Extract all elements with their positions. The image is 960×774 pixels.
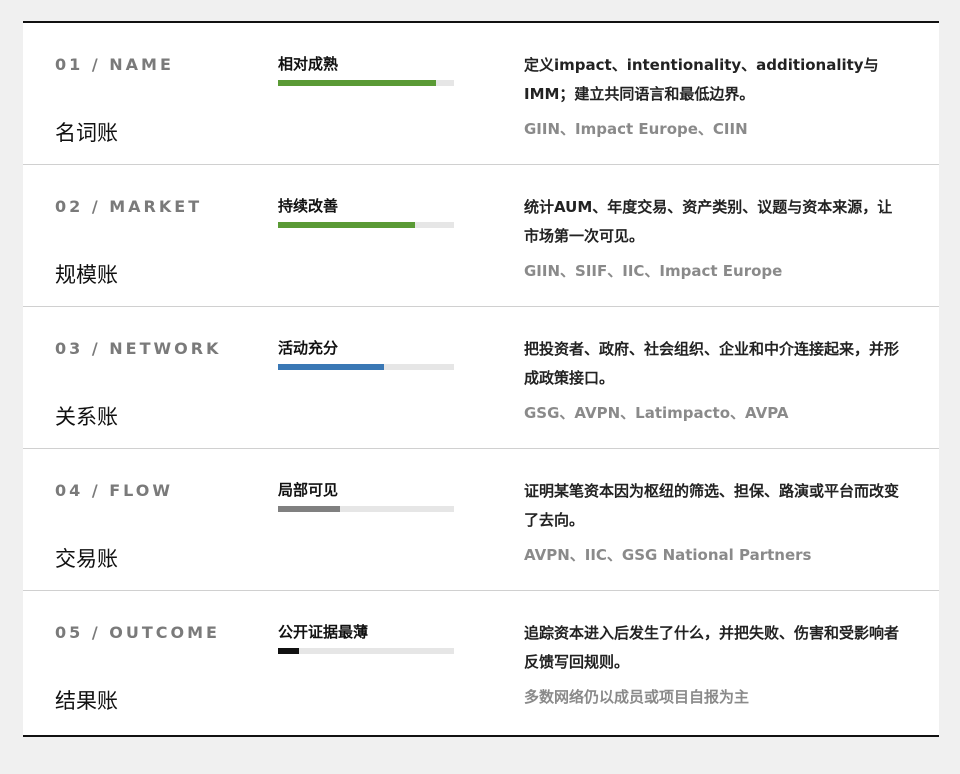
maturity-bar <box>278 506 454 512</box>
row-status: 相对成熟 <box>278 55 339 73</box>
row-status: 公开证据最薄 <box>278 623 369 641</box>
row-description: 把投资者、政府、社会组织、企业和中介连接起来，并形成政策接口。 <box>524 340 900 387</box>
row-name: 结果账 <box>55 689 118 713</box>
ledger-row: 05 / OUTCOME 结果账 公开证据最薄 追踪资本进入后发生了什么，并把失… <box>23 591 939 735</box>
maturity-bar <box>278 364 454 370</box>
row-description: 追踪资本进入后发生了什么，并把失败、伤害和受影响者反馈写回规则。 <box>524 624 900 671</box>
row-organizations: GIIN、SIIF、IIC、Impact Europe <box>524 262 783 280</box>
row-name: 名词账 <box>55 121 118 145</box>
row-description: 证明某笔资本因为枢纽的筛选、担保、路演或平台而改变了去向。 <box>524 482 900 529</box>
maturity-bar-fill <box>278 80 437 86</box>
row-code: 03 / NETWORK <box>55 339 222 358</box>
maturity-bar-fill <box>278 222 416 228</box>
row-code: 01 / NAME <box>55 55 174 74</box>
row-status: 局部可见 <box>278 481 339 499</box>
maturity-bar-fill <box>278 364 384 370</box>
ledger-row: 02 / MARKET 规模账 持续改善 统计AUM、年度交易、资产类别、议题与… <box>23 165 939 307</box>
row-code: 02 / MARKET <box>55 197 203 216</box>
ledger-row: 03 / NETWORK 关系账 活动充分 把投资者、政府、社会组织、企业和中介… <box>23 307 939 449</box>
row-status: 活动充分 <box>278 339 339 357</box>
row-name: 关系账 <box>55 405 118 429</box>
ledger-row: 04 / FLOW 交易账 局部可见 证明某笔资本因为枢纽的筛选、担保、路演或平… <box>23 449 939 591</box>
maturity-bar-fill <box>278 648 300 654</box>
row-organizations: GSG、AVPN、Latimpacto、AVPA <box>524 404 789 422</box>
row-name: 规模账 <box>55 263 118 287</box>
maturity-bar <box>278 80 454 86</box>
maturity-bar <box>278 648 454 654</box>
row-code: 04 / FLOW <box>55 481 174 500</box>
row-organizations: GIIN、Impact Europe、CIIN <box>524 120 748 138</box>
row-description: 定义impact、intentionality、additionality与IM… <box>524 56 879 103</box>
row-status: 持续改善 <box>278 197 339 215</box>
ledger-row: 01 / NAME 名词账 相对成熟 定义impact、intentionali… <box>23 23 939 165</box>
row-organizations: AVPN、IIC、GSG National Partners <box>524 546 812 564</box>
maturity-bar <box>278 222 454 228</box>
maturity-bar-fill <box>278 506 340 512</box>
row-code: 05 / OUTCOME <box>55 623 220 642</box>
row-organizations: 多数网络仍以成员或项目自报为主 <box>524 688 750 706</box>
ledger-table: 01 / NAME 名词账 相对成熟 定义impact、intentionali… <box>23 21 939 737</box>
row-description: 统计AUM、年度交易、资产类别、议题与资本来源，让市场第一次可见。 <box>524 198 893 245</box>
row-name: 交易账 <box>55 547 118 571</box>
